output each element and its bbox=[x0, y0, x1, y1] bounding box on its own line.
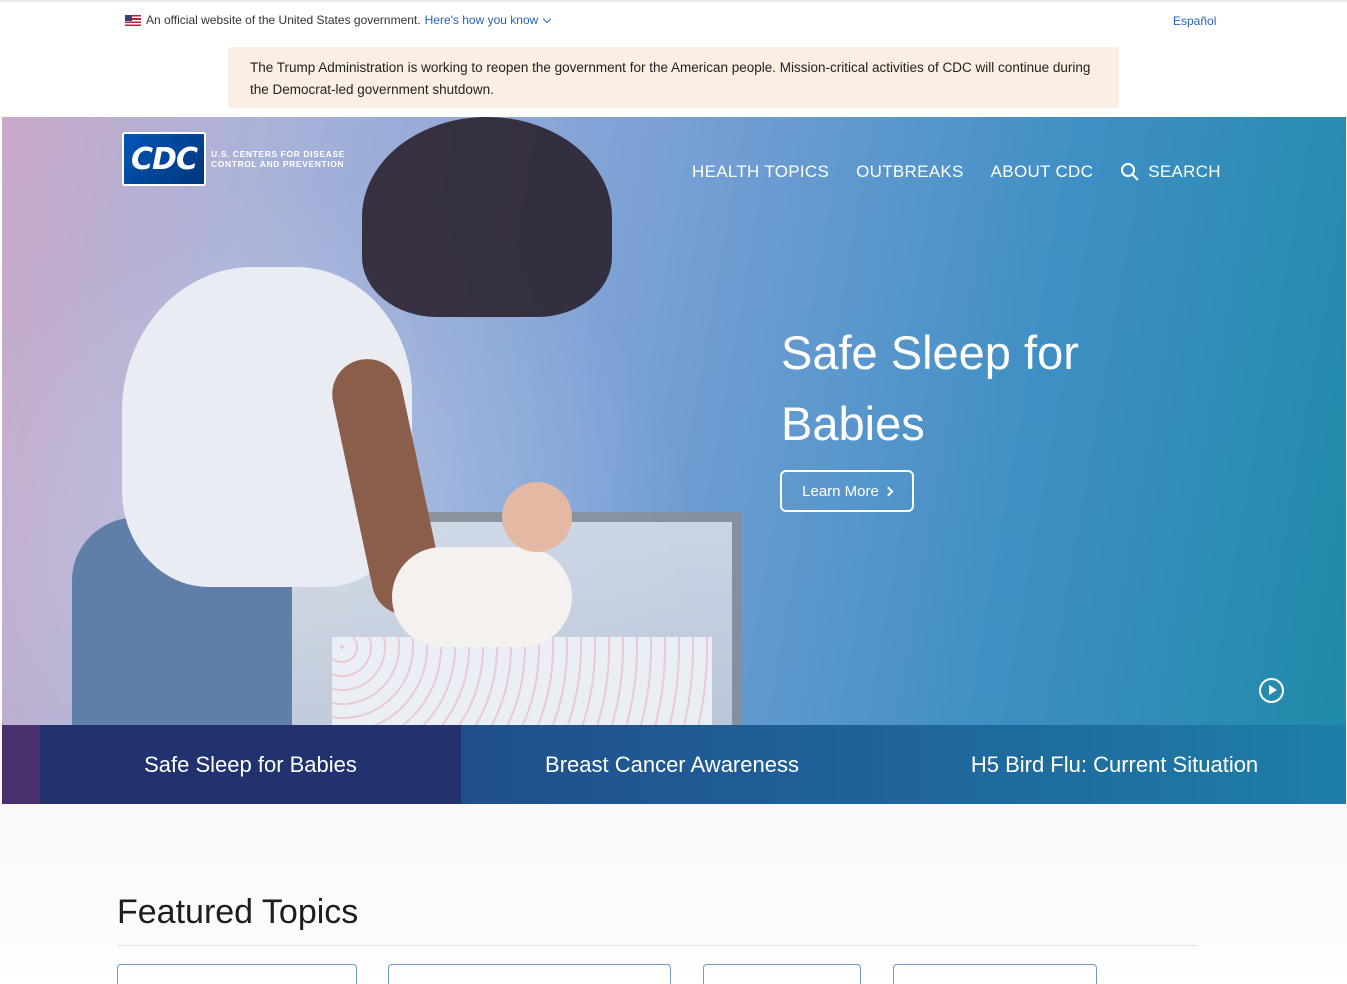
nav-health-topics[interactable]: HEALTH TOPICS bbox=[692, 162, 829, 182]
learn-more-label: Learn More bbox=[802, 482, 879, 500]
nav-about-cdc[interactable]: ABOUT CDC bbox=[991, 162, 1094, 182]
chevron-right-icon bbox=[883, 486, 894, 496]
cdc-logo-mark: CDC bbox=[122, 132, 206, 186]
us-flag-icon bbox=[125, 14, 141, 26]
featured-topics-heading: Featured Topics bbox=[117, 893, 359, 931]
hero-photo bbox=[2, 117, 762, 725]
baby-head-image bbox=[502, 482, 572, 552]
featured-topic-card[interactable] bbox=[703, 964, 861, 984]
search-button[interactable]: SEARCH bbox=[1120, 162, 1248, 182]
hero-banner: CDC U.S. CENTERS FOR DISEASE CONTROL AND… bbox=[2, 117, 1346, 725]
how-you-know-label: Here's how you know bbox=[424, 13, 539, 27]
main-nav: HEALTH TOPICS OUTBREAKS ABOUT CDC SEARCH bbox=[692, 162, 1248, 182]
play-circle-icon[interactable] bbox=[1259, 678, 1284, 703]
cdc-logo[interactable]: CDC U.S. CENTERS FOR DISEASE CONTROL AND… bbox=[122, 132, 361, 186]
carousel-tab-breast-cancer[interactable]: Breast Cancer Awareness bbox=[461, 725, 883, 804]
espanol-link[interactable]: Español bbox=[1173, 14, 1216, 28]
hero-title: Safe Sleep for Babies bbox=[781, 326, 1079, 450]
crib-mattress-image bbox=[332, 637, 712, 725]
learn-more-button[interactable]: Learn More bbox=[780, 470, 914, 512]
featured-topic-card[interactable] bbox=[388, 964, 671, 984]
chevron-down-icon bbox=[543, 14, 552, 23]
carousel-tab-bird-flu[interactable]: H5 Bird Flu: Current Situation bbox=[883, 725, 1346, 804]
featured-topic-card[interactable] bbox=[117, 964, 357, 984]
cdc-logo-text: U.S. CENTERS FOR DISEASE CONTROL AND PRE… bbox=[211, 149, 345, 169]
featured-topic-card[interactable] bbox=[893, 964, 1097, 984]
divider bbox=[117, 945, 1197, 946]
gov-banner-left: An official website of the United States… bbox=[125, 13, 552, 27]
how-you-know-link[interactable]: Here's how you know bbox=[424, 13, 552, 27]
carousel-tabs: Safe Sleep for Babies Breast Cancer Awar… bbox=[2, 725, 1346, 804]
nav-outbreaks[interactable]: OUTBREAKS bbox=[856, 162, 964, 182]
search-label: SEARCH bbox=[1148, 162, 1221, 181]
search-icon bbox=[1121, 163, 1139, 181]
baby-image bbox=[392, 547, 572, 647]
shutdown-notice: The Trump Administration is working to r… bbox=[228, 47, 1119, 108]
featured-section bbox=[0, 804, 1347, 973]
woman-hair-image bbox=[362, 117, 612, 317]
carousel-tab-safe-sleep[interactable]: Safe Sleep for Babies bbox=[2, 725, 461, 804]
official-website-text: An official website of the United States… bbox=[146, 13, 421, 27]
gov-banner: An official website of the United States… bbox=[0, 0, 1347, 40]
